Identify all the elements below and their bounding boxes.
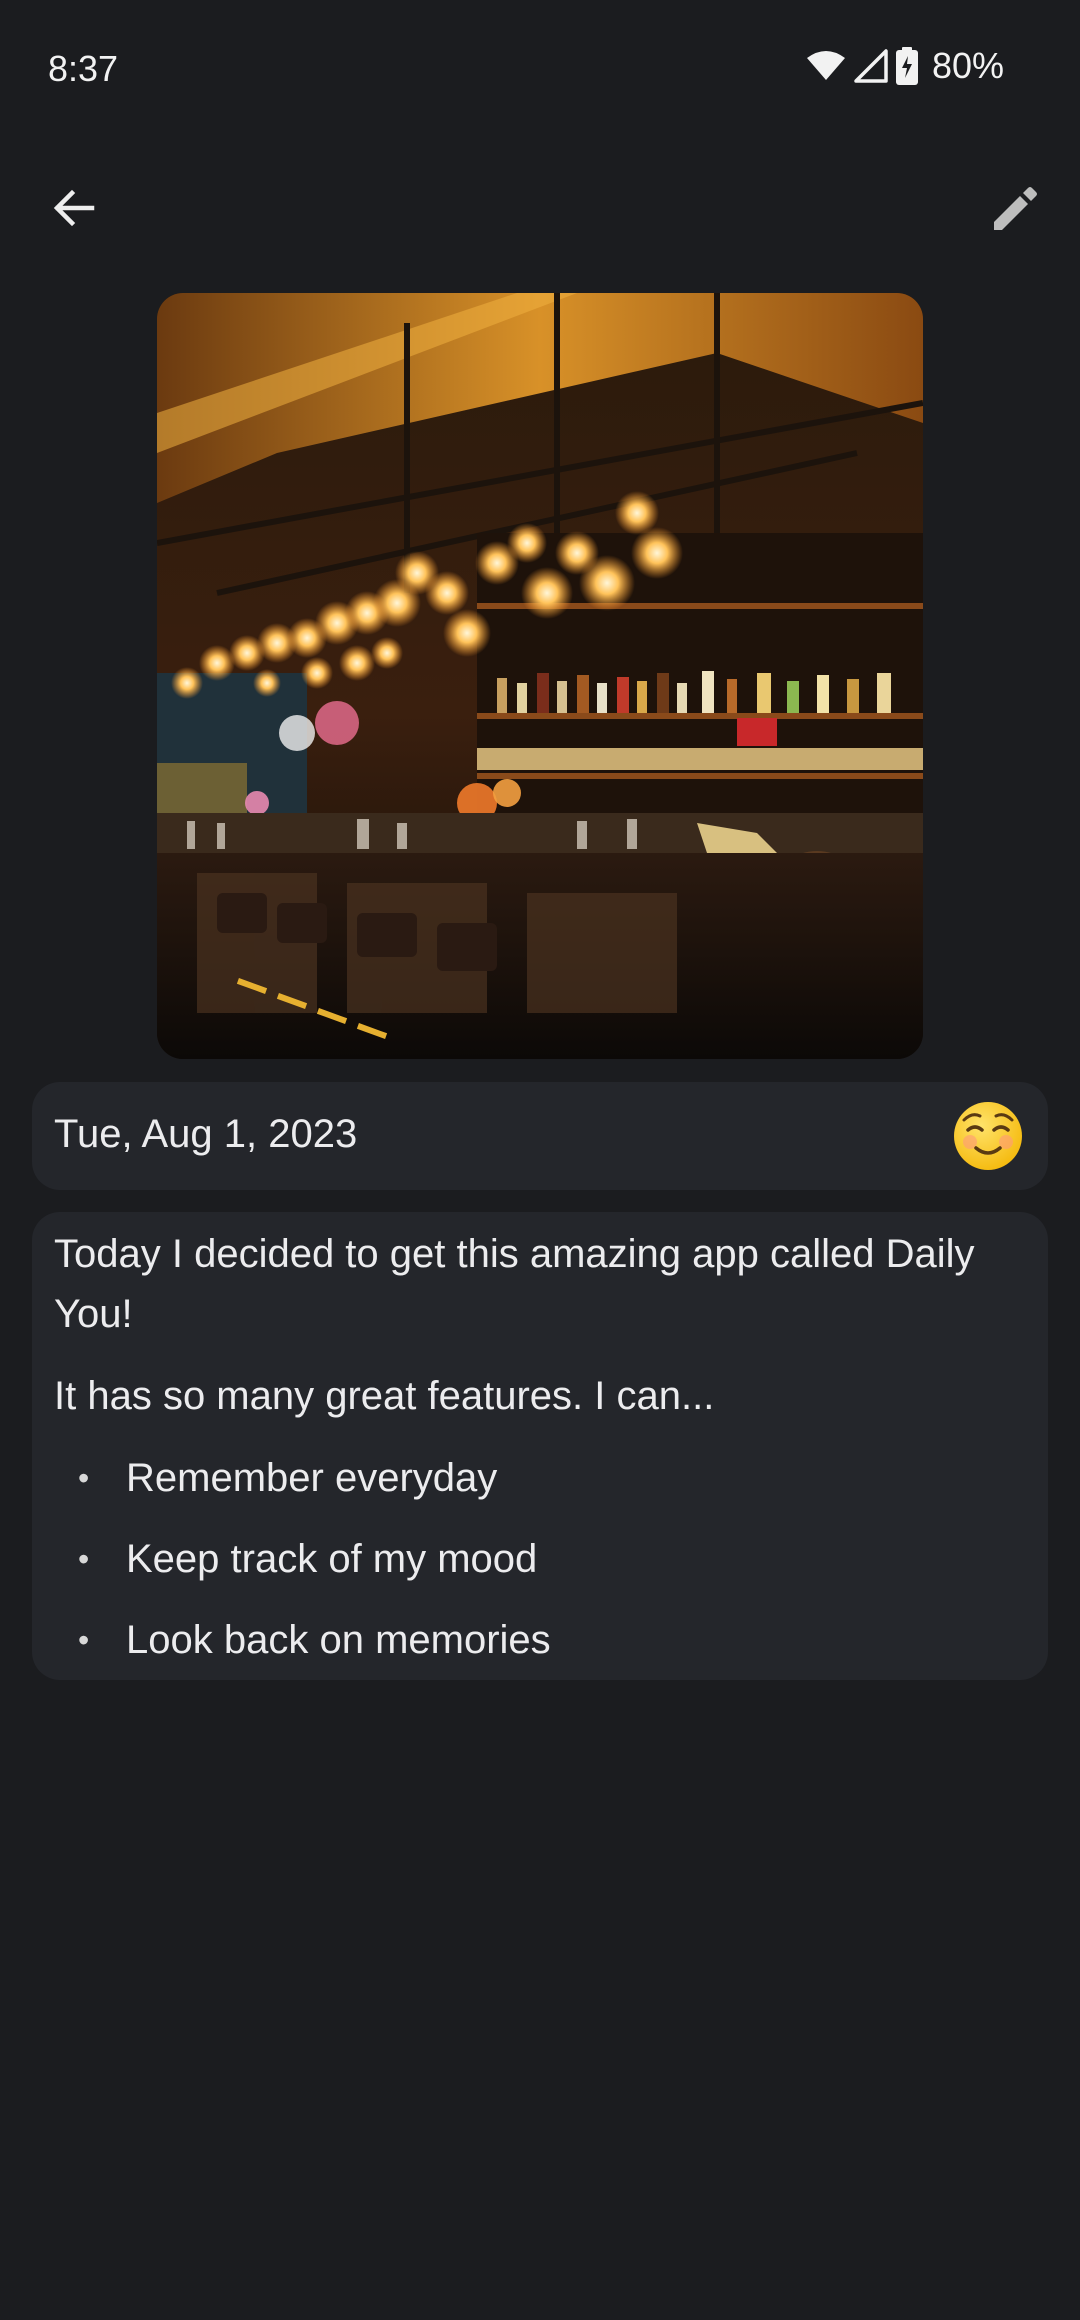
date-card: Tue, Aug 1, 2023 — [32, 1082, 1048, 1190]
bullet-icon: • — [78, 1541, 90, 1577]
edit-button[interactable] — [978, 172, 1054, 248]
battery-percentage: 80% — [931, 45, 1004, 86]
app-bar — [0, 160, 1080, 260]
list-item-text: Look back on memories — [126, 1618, 551, 1662]
entry-text-card[interactable]: Today I decided to get this amazing app … — [32, 1212, 1048, 1680]
list-item-text: Keep track of my mood — [126, 1537, 538, 1581]
back-button[interactable] — [36, 172, 112, 248]
bullet-icon: • — [78, 1622, 90, 1658]
status-bar: 8:37 80% — [0, 0, 1080, 140]
entry-date: Tue, Aug 1, 2023 — [54, 1112, 358, 1156]
bullet-icon: • — [78, 1460, 90, 1496]
smiling-face-icon[interactable] — [952, 1100, 1024, 1172]
arrow-left-icon — [50, 184, 98, 237]
list-item-text: Remember everyday — [126, 1456, 498, 1500]
entry-photo[interactable] — [157, 293, 923, 1059]
entry-paragraph: It has so many great features. I can... — [54, 1374, 715, 1418]
wifi-icon — [806, 50, 846, 82]
cell-signal-icon — [854, 49, 888, 83]
pencil-icon — [990, 182, 1042, 239]
status-icons: 80% — [806, 44, 1004, 88]
status-time: 8:37 — [48, 48, 119, 89]
entry-paragraph: Today I decided to get this amazing app … — [54, 1232, 975, 1336]
battery-charging-icon — [895, 47, 918, 85]
